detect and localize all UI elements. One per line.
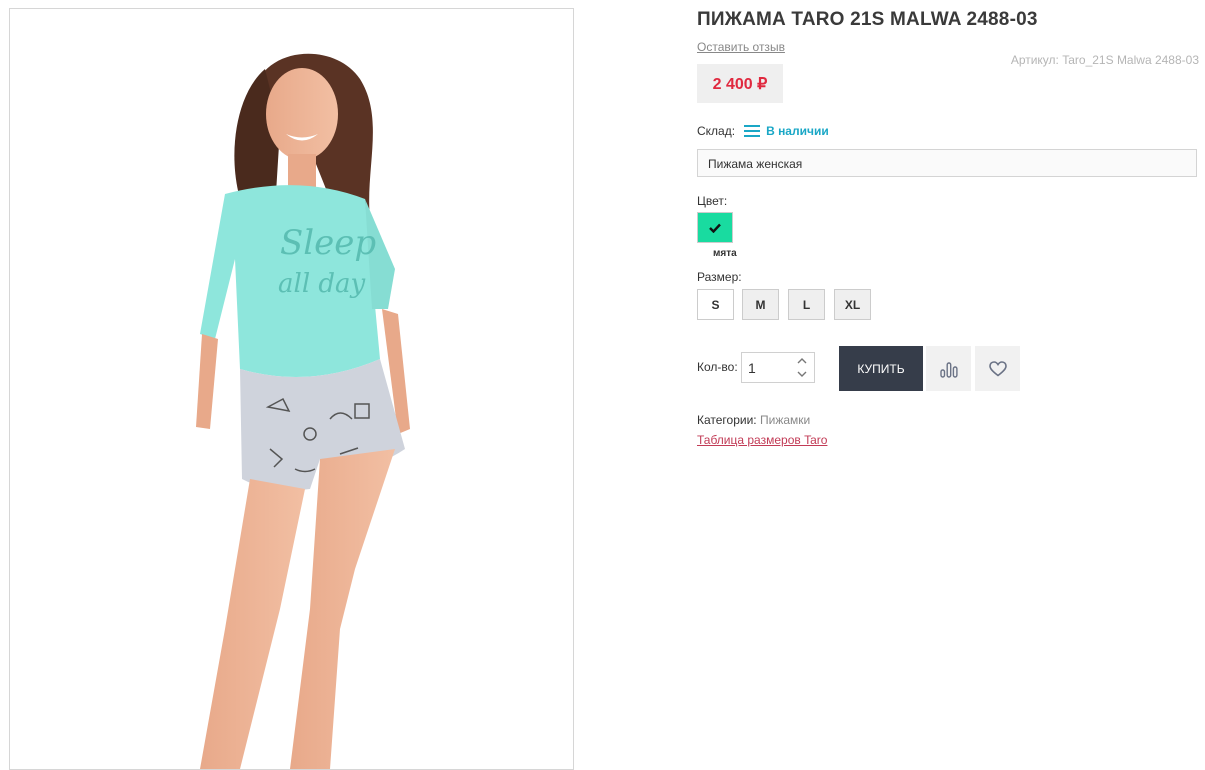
- size-label: Размер:: [697, 270, 742, 284]
- product-photo-illustration: Sleep all day: [196, 53, 410, 769]
- color-name: мята: [713, 248, 737, 259]
- categories-label: Категории:: [697, 413, 757, 427]
- sku-label: Артикул:: [1010, 53, 1059, 67]
- stock-bars-icon: [744, 125, 761, 137]
- quantity-label: Кол-во:: [697, 360, 738, 374]
- svg-text:Sleep: Sleep: [280, 223, 376, 263]
- size-table-link[interactable]: Таблица размеров Taro: [697, 433, 827, 447]
- size-option-l[interactable]: L: [788, 289, 825, 320]
- stock-status: Склад: В наличии: [697, 124, 829, 138]
- color-swatch-mint[interactable]: [697, 212, 733, 243]
- buy-button[interactable]: КУПИТЬ: [839, 346, 923, 391]
- quantity-stepper: [741, 352, 815, 383]
- description-field: Пижама женская: [697, 149, 1197, 177]
- heart-icon: [988, 360, 1007, 377]
- color-label: Цвет:: [697, 194, 728, 208]
- svg-text:all day: all day: [278, 269, 366, 299]
- stock-value: В наличии: [766, 124, 829, 138]
- size-option-s[interactable]: S: [697, 289, 734, 320]
- stock-label: Склад:: [697, 124, 736, 138]
- size-option-m[interactable]: M: [742, 289, 779, 320]
- product-title: ПИЖАМА TARO 21S MALWA 2488-03: [697, 9, 1038, 30]
- wishlist-button[interactable]: [975, 346, 1020, 391]
- compare-bars-icon: [939, 361, 958, 378]
- compare-button[interactable]: [926, 346, 971, 391]
- chevron-down-icon[interactable]: [796, 368, 808, 380]
- leave-review-link[interactable]: Оставить отзыв: [697, 40, 785, 54]
- product-image[interactable]: Sleep all day: [9, 8, 574, 770]
- categories: Категории: Пижамки: [697, 413, 810, 427]
- price: 2 400 ₽: [697, 64, 783, 103]
- quantity-input[interactable]: [742, 353, 798, 382]
- size-option-xl[interactable]: XL: [834, 289, 871, 320]
- categories-value[interactable]: Пижамки: [760, 413, 810, 427]
- sku: Артикул: Taro_21S Malwa 2488-03: [1011, 53, 1199, 67]
- checkmark-icon: [709, 223, 721, 233]
- chevron-up-icon[interactable]: [796, 355, 808, 367]
- sku-value: Taro_21S Malwa 2488-03: [1062, 53, 1199, 67]
